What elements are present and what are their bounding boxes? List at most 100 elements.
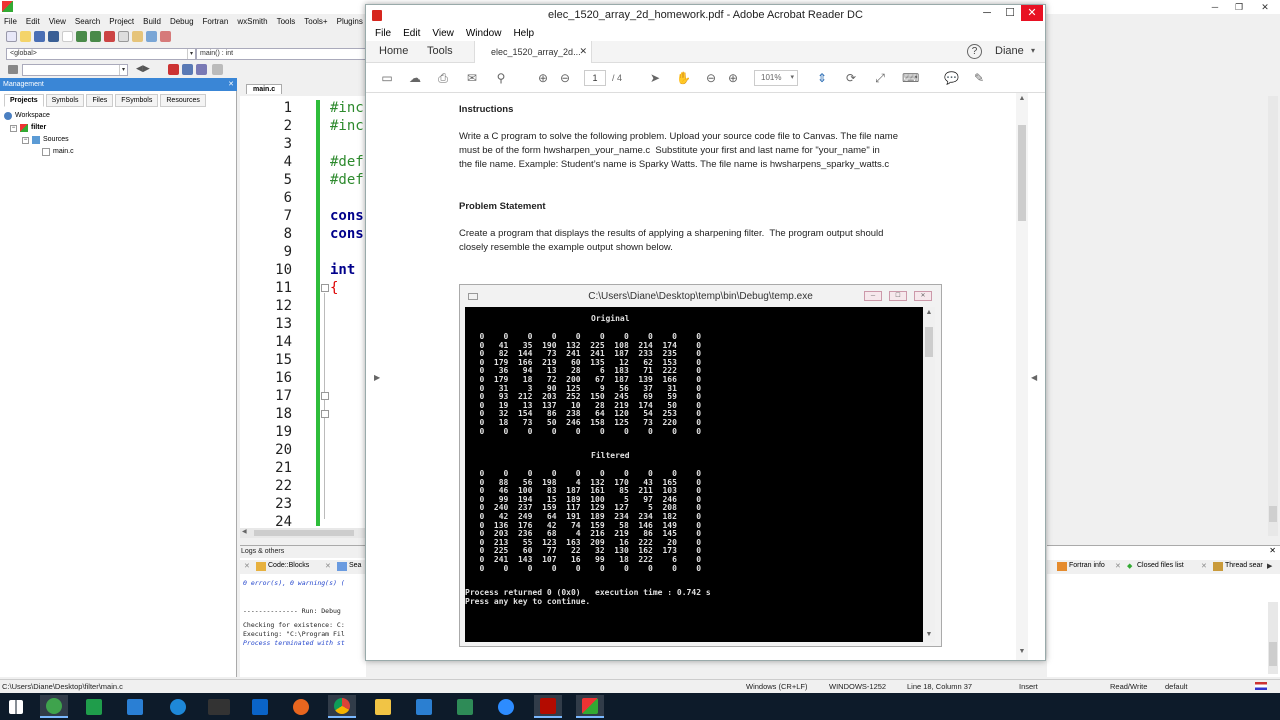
replace-icon[interactable] (160, 31, 171, 42)
minimize-icon[interactable]: ─ (1206, 0, 1224, 14)
scrollbar-thumb[interactable] (1269, 642, 1277, 666)
menu-view[interactable]: View (432, 28, 454, 39)
tab-document[interactable]: elec_1520_array_2d... ✕ (474, 41, 592, 63)
editor-tab-main-c[interactable]: main.c (246, 84, 283, 94)
close-icon[interactable]: ✕ (1269, 546, 1276, 555)
highlight-icon[interactable] (168, 64, 179, 75)
menu-fortran[interactable]: Fortran (203, 17, 229, 26)
menu-tools-plus[interactable]: Tools+ (304, 17, 327, 26)
menu-debug[interactable]: Debug (170, 17, 194, 26)
maximize-icon[interactable]: ☐ (999, 5, 1021, 21)
minimize-icon[interactable]: ─ (976, 5, 998, 21)
close-icon[interactable]: ✕ (244, 562, 250, 570)
select-cursor-icon[interactable]: ➤ (648, 71, 662, 85)
close-icon[interactable]: ✕ (325, 562, 331, 570)
menu-search[interactable]: Search (75, 17, 100, 26)
regex-icon[interactable] (196, 64, 207, 75)
collapse-icon[interactable]: − (10, 124, 17, 132)
menu-tools[interactable]: Tools (277, 17, 296, 26)
rotate-icon[interactable]: ⟳ (844, 71, 858, 85)
chevron-right-icon[interactable]: ▶ (1267, 562, 1272, 570)
close-icon[interactable]: ✕ (1115, 562, 1121, 570)
menu-view[interactable]: View (49, 17, 66, 26)
taskbar-app-store[interactable] (80, 695, 108, 718)
tab-resources[interactable]: Resources (160, 94, 206, 107)
undo-icon[interactable] (76, 31, 87, 42)
close-icon[interactable]: ✕ (1256, 0, 1274, 14)
maximize-icon[interactable]: ❐ (1230, 0, 1248, 14)
tab-codeblocks-log[interactable]: Code::Blocks (268, 562, 309, 569)
log-vertical-scrollbar[interactable] (1268, 602, 1278, 674)
taskbar-app-codeblocks-2[interactable] (576, 695, 604, 718)
taskbar-app-chart[interactable] (451, 695, 479, 718)
menu-edit[interactable]: Edit (403, 28, 420, 39)
copy-icon[interactable] (118, 31, 129, 42)
taskbar-app-snagit[interactable] (410, 695, 438, 718)
menu-window[interactable]: Window (466, 28, 502, 39)
scroll-down-icon[interactable]: ▼ (1016, 646, 1028, 658)
menu-file[interactable]: File (375, 28, 391, 39)
fold-marker-icon[interactable] (321, 392, 329, 400)
search-combo[interactable]: ▾ (22, 64, 128, 76)
editor-vertical-scrollbar[interactable] (1268, 96, 1278, 536)
zoom-in-icon[interactable]: ⊕ (726, 71, 740, 85)
menu-edit[interactable]: Edit (26, 17, 40, 26)
wand-icon[interactable] (212, 64, 223, 75)
scroll-left-icon[interactable]: ◀ (242, 528, 247, 535)
menu-project[interactable]: Project (109, 17, 134, 26)
tree-item-project[interactable]: − filter (4, 122, 74, 134)
close-icon[interactable]: ✕ (1201, 562, 1207, 570)
taskbar-app-zoom[interactable] (492, 695, 520, 718)
menu-build[interactable]: Build (143, 17, 161, 26)
tree-item-workspace[interactable]: Workspace (4, 110, 74, 122)
scrollbar-thumb[interactable] (254, 530, 354, 536)
help-icon[interactable]: ? (967, 44, 982, 59)
taskbar-app-codeblocks[interactable] (40, 695, 68, 718)
taskbar-app-media[interactable] (205, 695, 233, 718)
scroll-up-icon[interactable]: ▲ (1016, 93, 1028, 105)
taskbar-app-edge[interactable] (164, 695, 192, 718)
taskbar-app-outlook[interactable] (246, 695, 274, 718)
keyboard-icon[interactable]: ⌨ (902, 71, 919, 85)
tab-home[interactable]: Home (379, 45, 408, 57)
tab-files[interactable]: Files (86, 94, 114, 107)
save-icon[interactable]: ▭ (380, 71, 394, 85)
pdf-document-view[interactable]: Instructions Write a C program to solve … (366, 93, 1045, 660)
scrollbar-thumb[interactable] (1018, 125, 1026, 221)
cloud-upload-icon[interactable]: ☁ (408, 71, 422, 85)
scope-combo[interactable]: <global> ▾ (6, 48, 196, 60)
page-up-icon[interactable]: ⊕ (536, 71, 550, 85)
fit-page-icon[interactable]: ⇕ (815, 71, 829, 85)
zoom-out-icon[interactable]: ⊖ (704, 71, 718, 85)
paste-icon[interactable] (132, 31, 143, 42)
arrow-tag-icon[interactable] (8, 65, 18, 74)
page-down-icon[interactable]: ⊖ (558, 71, 572, 85)
close-icon[interactable]: ✕ (1021, 5, 1043, 21)
tab-fsymbols[interactable]: FSymbols (115, 94, 159, 107)
comment-icon[interactable]: 💬 (944, 71, 959, 85)
taskbar-app-display[interactable] (121, 695, 149, 718)
tab-fortran-info[interactable]: Fortran info (1069, 562, 1105, 569)
menu-help[interactable]: Help (513, 28, 534, 39)
menu-file[interactable]: File (4, 17, 17, 26)
tab-tools[interactable]: Tools (427, 45, 453, 57)
taskbar-app-acrobat[interactable] (534, 695, 562, 718)
tab-projects[interactable]: Projects (4, 94, 44, 107)
right-panel-toggle-icon[interactable]: ◀ (1031, 373, 1037, 382)
code-editor[interactable]: 1 2 3 4 5 6 7 8 9 10 11 12 13 14 15 16 1… (240, 96, 366, 528)
chevron-down-icon[interactable]: ▾ (1031, 46, 1035, 55)
find-icon[interactable] (146, 31, 157, 42)
new-file-icon[interactable] (6, 31, 17, 42)
full-screen-icon[interactable]: ⤢ (873, 71, 887, 85)
scrollbar-thumb[interactable] (1269, 506, 1277, 522)
save-all-icon[interactable] (48, 31, 59, 42)
save-icon[interactable] (34, 31, 45, 42)
fold-marker-icon[interactable] (321, 410, 329, 418)
tab-closed-files-list[interactable]: Closed files list (1137, 562, 1184, 569)
pen-icon[interactable]: ✎ (972, 71, 986, 85)
open-folder-icon[interactable] (20, 31, 31, 42)
tree-item-sources[interactable]: − Sources (4, 134, 74, 146)
print-icon[interactable]: ⎙ (436, 71, 450, 85)
left-panel-toggle-icon[interactable]: ▶ (374, 373, 380, 382)
menu-wxsmith[interactable]: wxSmith (237, 17, 267, 26)
